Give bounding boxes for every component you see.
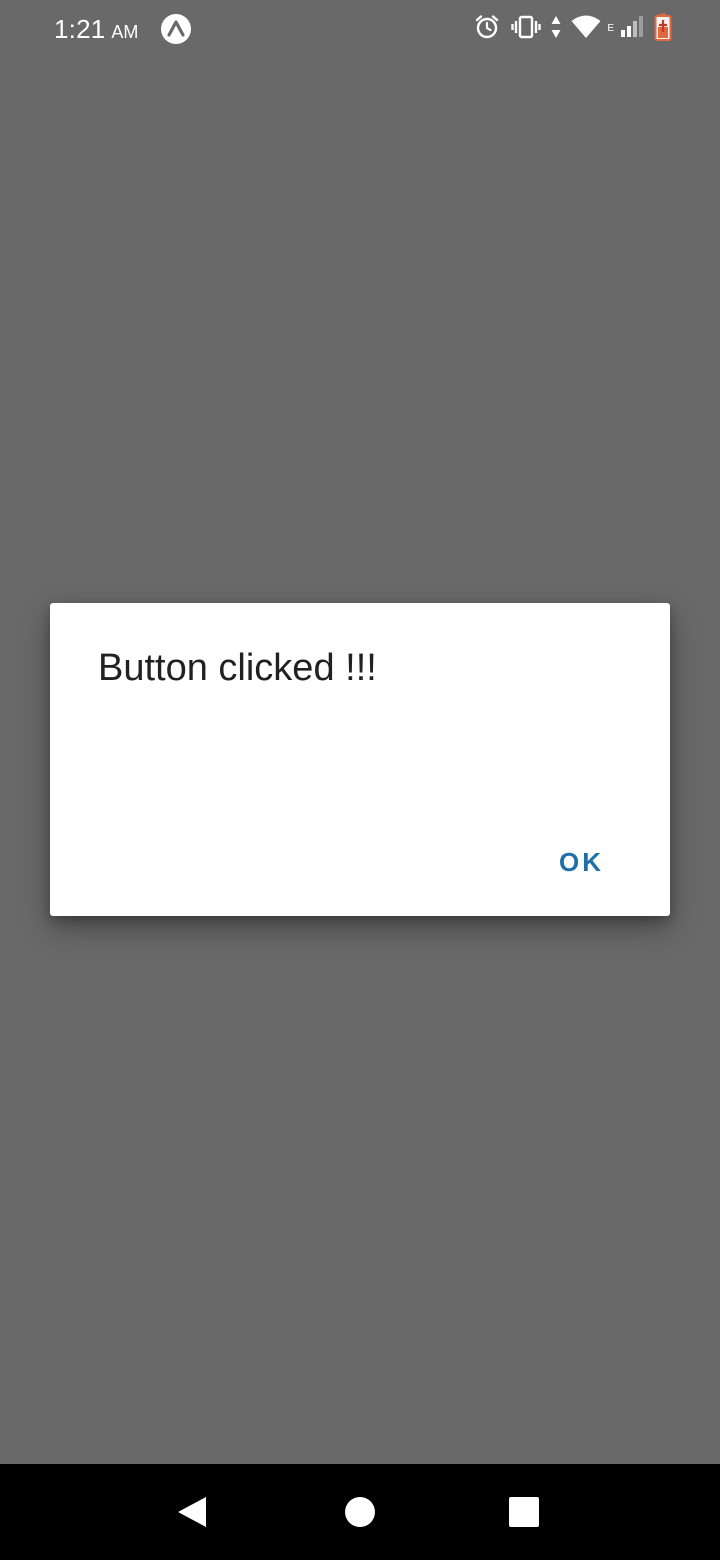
expo-icon	[160, 13, 192, 45]
alarm-icon	[473, 13, 501, 46]
status-left: 1:21 AM	[54, 12, 192, 46]
cell-signal-icon	[620, 15, 644, 43]
status-time: 1:21	[54, 13, 106, 44]
dialog-title: Button clicked !!!	[98, 647, 377, 689]
navigation-bar	[0, 1464, 720, 1560]
data-arrows-icon	[551, 15, 561, 44]
recents-icon[interactable]	[508, 1496, 540, 1528]
network-type-label: E	[607, 22, 614, 34]
alert-dialog: Button clicked !!! OK	[50, 603, 670, 916]
screen: 1:21 AM E Button clicked !!! OK	[0, 0, 720, 1560]
back-icon[interactable]	[176, 1496, 208, 1528]
status-bar: 1:21 AM E	[0, 0, 720, 58]
battery-icon	[654, 13, 672, 46]
wifi-icon	[571, 15, 601, 44]
status-ampm: AM	[111, 21, 139, 42]
status-right: E	[473, 12, 672, 46]
ok-button[interactable]: OK	[533, 839, 630, 886]
vibrate-icon	[511, 14, 542, 45]
dialog-actions: OK	[533, 839, 630, 886]
home-icon[interactable]	[344, 1496, 376, 1528]
